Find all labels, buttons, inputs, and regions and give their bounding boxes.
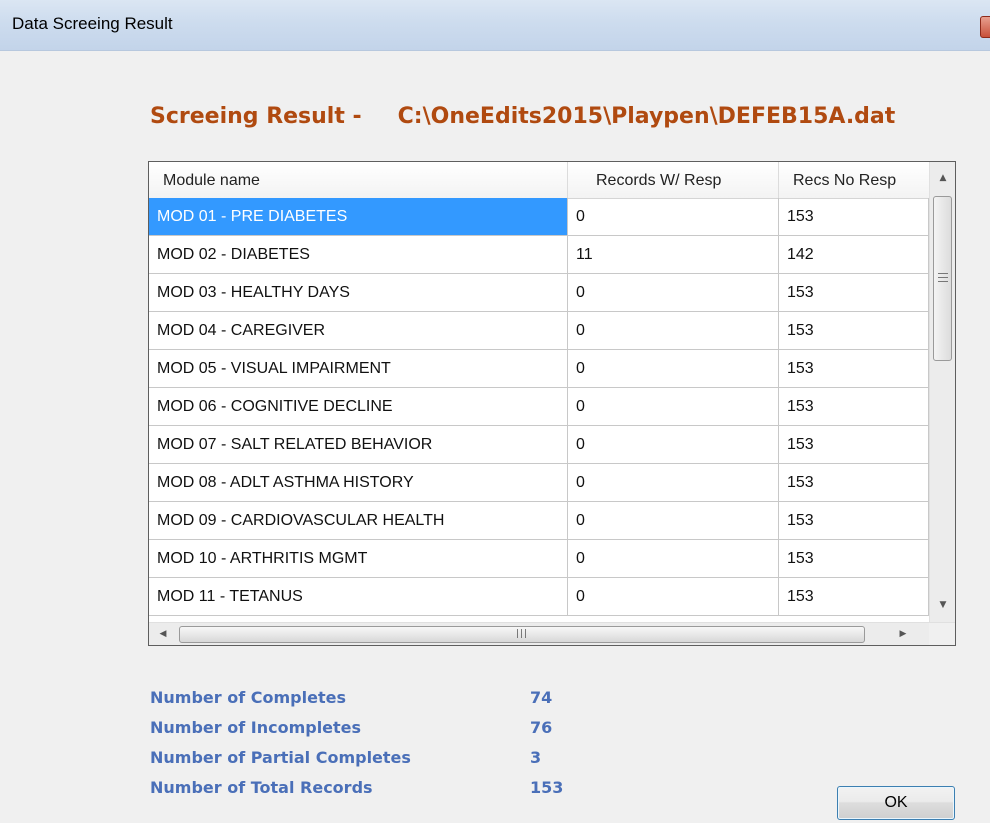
records-with-resp-cell[interactable]: 0: [568, 388, 779, 426]
grid-body: MOD 01 - PRE DIABETES 0 153 MOD 02 - DIABET…: [149, 198, 929, 616]
stat-value: 3: [530, 748, 542, 767]
module-name-cell[interactable]: MOD 07 - SALT RELATED BEHAVIOR: [149, 426, 568, 464]
vertical-scroll-thumb[interactable]: [933, 196, 952, 361]
summary-stats: Number of Completes 74 Number of Incompl…: [150, 688, 610, 808]
module-name-cell[interactable]: MOD 03 - HEALTHY DAYS: [149, 274, 568, 312]
stat-value: 76: [530, 718, 553, 737]
records-with-resp-cell[interactable]: 0: [568, 540, 779, 578]
result-heading: Screeing Result - C:\OneEdits2015\Playpen…: [150, 104, 895, 129]
recs-no-resp-cell[interactable]: 153: [779, 502, 929, 540]
stat-label: Number of Completes: [150, 688, 346, 707]
table-row[interactable]: MOD 09 - CARDIOVASCULAR HEALTH 0 153: [149, 502, 929, 540]
column-header-module-name[interactable]: Module name: [149, 162, 568, 198]
scrollbar-corner: [929, 623, 955, 645]
table-row[interactable]: MOD 07 - SALT RELATED BEHAVIOR 0 153: [149, 426, 929, 464]
records-with-resp-cell[interactable]: 0: [568, 274, 779, 312]
recs-no-resp-cell[interactable]: 153: [779, 274, 929, 312]
horizontal-scroll-thumb[interactable]: |||: [179, 626, 865, 643]
records-with-resp-cell[interactable]: 0: [568, 464, 779, 502]
grip-icon: [938, 273, 948, 282]
records-with-resp-cell[interactable]: 0: [568, 502, 779, 540]
horizontal-scrollbar[interactable]: ◀ ||| ▶: [149, 622, 955, 645]
stat-completes: Number of Completes 74: [150, 688, 610, 718]
module-name-cell[interactable]: MOD 06 - COGNITIVE DECLINE: [149, 388, 568, 426]
table-row[interactable]: MOD 03 - HEALTHY DAYS 0 153: [149, 274, 929, 312]
stat-value: 153: [530, 778, 564, 797]
stat-label: Number of Partial Completes: [150, 748, 411, 767]
module-name-cell[interactable]: MOD 09 - CARDIOVASCULAR HEALTH: [149, 502, 568, 540]
column-header-records-with-resp[interactable]: Records W/ Resp: [568, 162, 779, 198]
module-name-cell[interactable]: MOD 02 - DIABETES: [149, 236, 568, 274]
recs-no-resp-cell[interactable]: 153: [779, 350, 929, 388]
recs-no-resp-cell[interactable]: 153: [779, 426, 929, 464]
records-with-resp-cell[interactable]: 0: [568, 198, 779, 236]
module-name-cell[interactable]: MOD 10 - ARTHRITIS MGMT: [149, 540, 568, 578]
heading-label: Screeing Result -: [150, 104, 362, 129]
module-name-cell[interactable]: MOD 01 - PRE DIABETES: [149, 198, 568, 236]
arrow-right-icon[interactable]: ▶: [891, 623, 915, 645]
table-row[interactable]: MOD 10 - ARTHRITIS MGMT 0 153: [149, 540, 929, 578]
module-name-cell[interactable]: MOD 11 - TETANUS: [149, 578, 568, 616]
stat-label: Number of Total Records: [150, 778, 373, 797]
table-row[interactable]: MOD 06 - COGNITIVE DECLINE 0 153: [149, 388, 929, 426]
close-icon[interactable]: [980, 16, 990, 38]
title-bar[interactable]: Data Screeing Result: [0, 0, 990, 51]
arrow-up-icon[interactable]: ▲: [930, 165, 955, 191]
stat-value: 74: [530, 688, 553, 707]
recs-no-resp-cell[interactable]: 153: [779, 198, 929, 236]
recs-no-resp-cell[interactable]: 153: [779, 464, 929, 502]
dialog-window: Data Screeing Result Screeing Result - C:…: [0, 0, 990, 823]
stat-label: Number of Incompletes: [150, 718, 362, 737]
ok-button[interactable]: OK: [837, 786, 955, 820]
file-path: C:\OneEdits2015\Playpen\DEFEB15A.dat: [397, 104, 896, 129]
recs-no-resp-cell[interactable]: 142: [779, 236, 929, 274]
table-row[interactable]: MOD 08 - ADLT ASTHMA HISTORY 0 153: [149, 464, 929, 502]
module-name-cell[interactable]: MOD 05 - VISUAL IMPAIRMENT: [149, 350, 568, 388]
grid-header: Module name Records W/ Resp Recs No Resp: [149, 162, 929, 199]
records-with-resp-cell[interactable]: 0: [568, 426, 779, 464]
stat-total-records: Number of Total Records 153: [150, 778, 610, 808]
table-row[interactable]: MOD 11 - TETANUS 0 153: [149, 578, 929, 616]
stat-partial-completes: Number of Partial Completes 3: [150, 748, 610, 778]
records-with-resp-cell[interactable]: 0: [568, 578, 779, 616]
vertical-scrollbar[interactable]: ▲ ▼: [929, 162, 955, 622]
module-name-cell[interactable]: MOD 04 - CAREGIVER: [149, 312, 568, 350]
module-name-cell[interactable]: MOD 08 - ADLT ASTHMA HISTORY: [149, 464, 568, 502]
recs-no-resp-cell[interactable]: 153: [779, 578, 929, 616]
table-row[interactable]: MOD 05 - VISUAL IMPAIRMENT 0 153: [149, 350, 929, 388]
recs-no-resp-cell[interactable]: 153: [779, 540, 929, 578]
table-row[interactable]: MOD 02 - DIABETES 11 142: [149, 236, 929, 274]
records-with-resp-cell[interactable]: 11: [568, 236, 779, 274]
stat-incompletes: Number of Incompletes 76: [150, 718, 610, 748]
table-row[interactable]: MOD 04 - CAREGIVER 0 153: [149, 312, 929, 350]
arrow-down-icon[interactable]: ▼: [930, 592, 955, 618]
window-title: Data Screeing Result: [12, 14, 173, 33]
arrow-left-icon[interactable]: ◀: [151, 623, 175, 645]
column-header-recs-no-resp[interactable]: Recs No Resp: [779, 162, 929, 198]
recs-no-resp-cell[interactable]: 153: [779, 388, 929, 426]
recs-no-resp-cell[interactable]: 153: [779, 312, 929, 350]
table-row[interactable]: MOD 01 - PRE DIABETES 0 153: [149, 198, 929, 236]
results-grid[interactable]: Module name Records W/ Resp Recs No Resp…: [148, 161, 956, 646]
records-with-resp-cell[interactable]: 0: [568, 350, 779, 388]
records-with-resp-cell[interactable]: 0: [568, 312, 779, 350]
